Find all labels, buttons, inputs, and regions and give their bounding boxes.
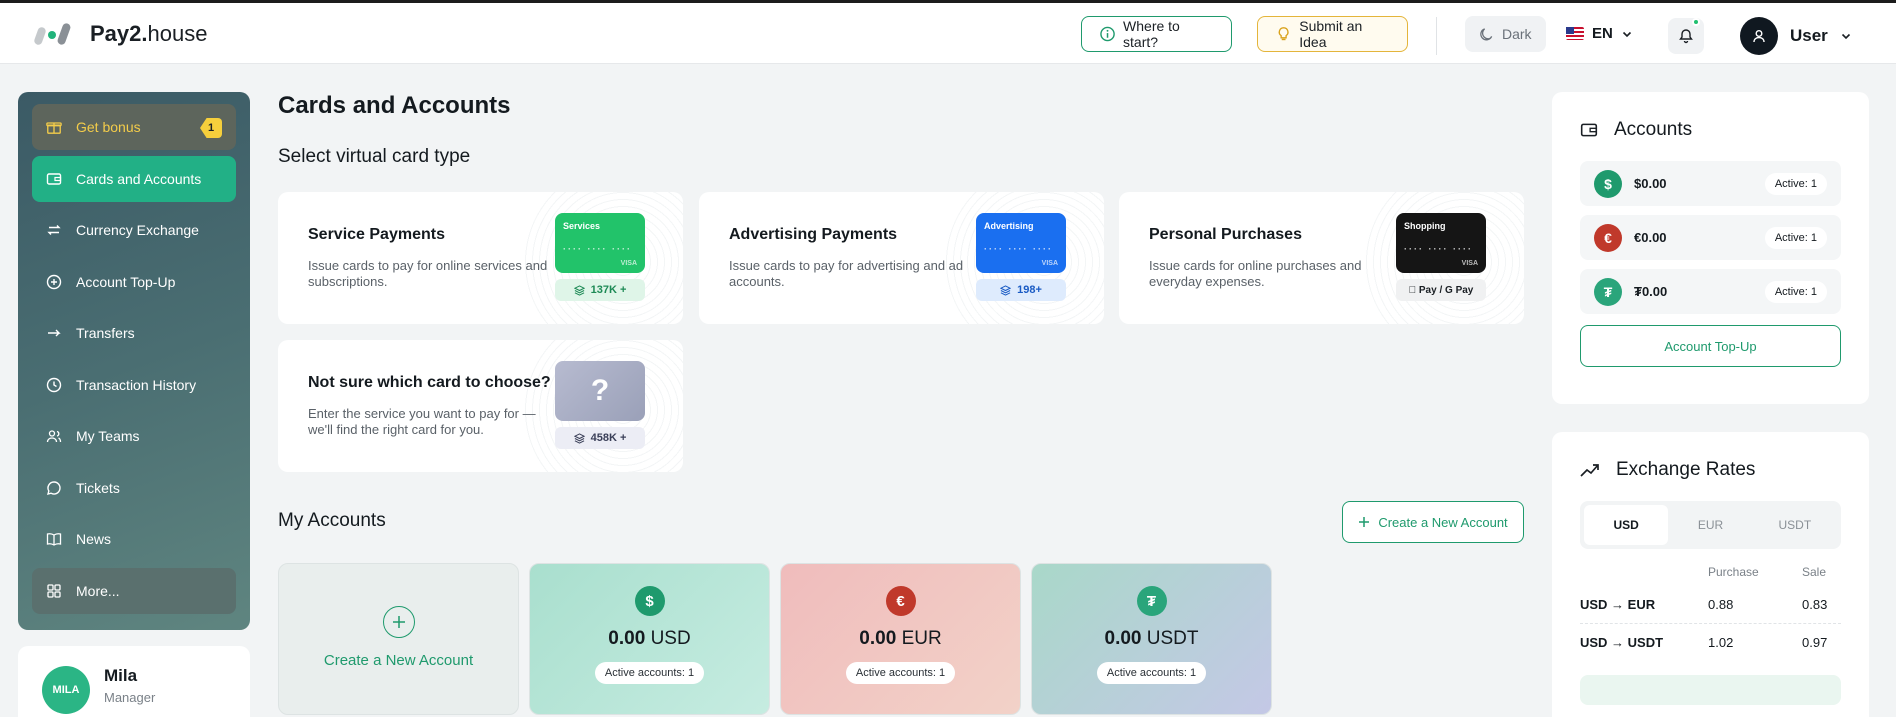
us-flag-icon (1566, 27, 1584, 40)
tab-usdt[interactable]: USDT (1753, 505, 1837, 545)
bell-icon (1679, 29, 1693, 44)
sidebar-item-account-top-up[interactable]: Account Top-Up (32, 259, 236, 305)
manager-name: Mila (104, 666, 138, 685)
wallet-icon (1580, 123, 1598, 137)
exchange-arrows-icon (46, 222, 62, 238)
user-avatar-icon (1740, 17, 1778, 55)
card-usage-badge: 458K + (555, 427, 645, 449)
services-card-image: Services ···· ···· ···· VISA (555, 213, 645, 273)
account-tile-usd[interactable]: $ 0.00 USD Active accounts: 1 (529, 563, 770, 715)
dark-mode-toggle[interactable]: Dark (1465, 16, 1546, 52)
moon-icon (1480, 27, 1493, 40)
bonus-count-badge: 1 (200, 118, 222, 138)
grid-icon (46, 583, 62, 599)
advertising-card-image: Advertising ···· ···· ···· VISA (976, 213, 1066, 273)
notification-dot (1692, 18, 1700, 26)
card-type-not-sure[interactable]: Not sure which card to choose? Enter the… (278, 340, 683, 472)
card-type-advertising-payments[interactable]: Advertising Payments Issue cards to pay … (699, 192, 1104, 324)
accounts-panel-title: Accounts (1614, 119, 1693, 140)
gift-icon (46, 119, 62, 135)
card-type-service-payments[interactable]: Service Payments Issue cards to pay for … (278, 192, 683, 324)
top-bar: Pay2.house Where to start? Submit an Ide… (0, 0, 1896, 64)
tether-icon: ₮ (1136, 586, 1167, 616)
info-icon (1100, 26, 1115, 42)
active-accounts-badge: Active accounts: 1 (1096, 662, 1207, 684)
logo-mark-icon (33, 21, 80, 47)
plus-icon (1359, 517, 1370, 527)
question-card-image: ? (555, 361, 645, 421)
dollar-icon: $ (1594, 169, 1622, 198)
tab-eur[interactable]: EUR (1668, 505, 1752, 545)
section-title-my-accounts: My Accounts (278, 510, 386, 531)
rate-row-usd-eur: USD → EUR 0.88 0.83 (1580, 596, 1828, 612)
card-usage-badge: 198+ (976, 279, 1066, 301)
sidebar-item-cards-and-accounts[interactable]: Cards and Accounts (32, 155, 236, 202)
submit-idea-button[interactable]: Submit an Idea (1257, 16, 1408, 52)
manager-role: Manager (104, 690, 156, 705)
shopping-card-image: Shopping ···· ···· ···· VISA (1396, 213, 1486, 273)
chevron-down-icon (1841, 33, 1850, 40)
clock-icon (46, 377, 62, 393)
user-menu[interactable]: User (1740, 17, 1852, 55)
sidebar-item-more[interactable]: More... (32, 568, 236, 614)
language-selector[interactable]: EN (1566, 25, 1633, 42)
account-top-up-button[interactable]: Account Top-Up (1580, 325, 1841, 367)
trend-up-icon (1580, 464, 1599, 477)
plus-circle-icon (382, 606, 415, 638)
exchange-rates-title: Exchange Rates (1616, 459, 1756, 480)
currency-tabs: USD EUR USDT (1580, 501, 1841, 549)
layers-icon (1000, 284, 1012, 296)
exchange-rates-panel: Exchange Rates USD EUR USDT Purchase Sal… (1552, 432, 1869, 717)
arrow-right-icon (46, 325, 62, 341)
team-icon (46, 428, 62, 444)
account-row-usd[interactable]: $ $0.00 Active: 1 (1580, 161, 1841, 206)
euro-icon: € (885, 586, 916, 616)
wallet-icon (46, 171, 62, 187)
page-title: Cards and Accounts (278, 92, 511, 119)
rates-footer-strip (1580, 675, 1841, 705)
personal-manager-card[interactable]: MILA Mila Manager (18, 646, 250, 717)
wallet-pay-badge:  Pay / G Pay (1396, 279, 1486, 301)
lightbulb-icon (1278, 27, 1289, 41)
section-title-card-type: Select virtual card type (278, 146, 471, 167)
sidebar-item-transaction-history[interactable]: Transaction History (32, 362, 236, 408)
sidebar-item-news[interactable]: News (32, 516, 236, 562)
euro-icon: € (1594, 223, 1622, 252)
accounts-panel: Accounts $ $0.00 Active: 1 € €0.00 Activ… (1552, 92, 1869, 404)
sidebar-item-my-teams[interactable]: My Teams (32, 413, 236, 459)
plus-circle-icon (46, 274, 62, 290)
sidebar: Get bonus 1 Cards and Accounts Currency … (18, 92, 250, 630)
dollar-icon: $ (634, 586, 665, 616)
logo-text: Pay2.house (90, 21, 208, 46)
layers-icon (573, 284, 585, 296)
create-account-tile[interactable]: Create a New Account (278, 563, 519, 715)
account-row-usdt[interactable]: ₮ ₮0.00 Active: 1 (1580, 269, 1841, 314)
active-accounts-badge: Active accounts: 1 (845, 662, 956, 684)
active-accounts-badge: Active accounts: 1 (594, 662, 705, 684)
account-tile-eur[interactable]: € 0.00 EUR Active accounts: 1 (780, 563, 1021, 715)
account-tile-usdt[interactable]: ₮ 0.00 USDT Active accounts: 1 (1031, 563, 1272, 715)
where-to-start-button[interactable]: Where to start? (1081, 16, 1232, 52)
manager-avatar: MILA (42, 666, 90, 714)
chat-bubble-icon (46, 480, 62, 496)
rate-row-usd-usdt: USD → USDT 1.02 0.97 (1580, 623, 1841, 661)
sidebar-item-tickets[interactable]: Tickets (32, 465, 236, 511)
card-type-personal-purchases[interactable]: Personal Purchases Issue cards for onlin… (1119, 192, 1524, 324)
notifications-button[interactable] (1668, 18, 1704, 54)
rates-header: Purchase Sale (1708, 565, 1827, 579)
logo[interactable]: Pay2.house (33, 21, 208, 47)
chevron-down-icon (1622, 31, 1631, 37)
create-account-button[interactable]: Create a New Account (1342, 501, 1524, 543)
sidebar-item-get-bonus[interactable]: Get bonus 1 (32, 104, 236, 150)
sidebar-item-transfers[interactable]: Transfers (32, 310, 236, 356)
layers-icon (573, 432, 585, 444)
tab-usd[interactable]: USD (1584, 505, 1669, 545)
header-divider (1436, 17, 1437, 55)
account-row-eur[interactable]: € €0.00 Active: 1 (1580, 215, 1841, 260)
tether-icon: ₮ (1594, 277, 1622, 306)
card-usage-badge: 137K + (555, 279, 645, 301)
book-icon (46, 531, 62, 547)
sidebar-item-currency-exchange[interactable]: Currency Exchange (32, 207, 236, 253)
